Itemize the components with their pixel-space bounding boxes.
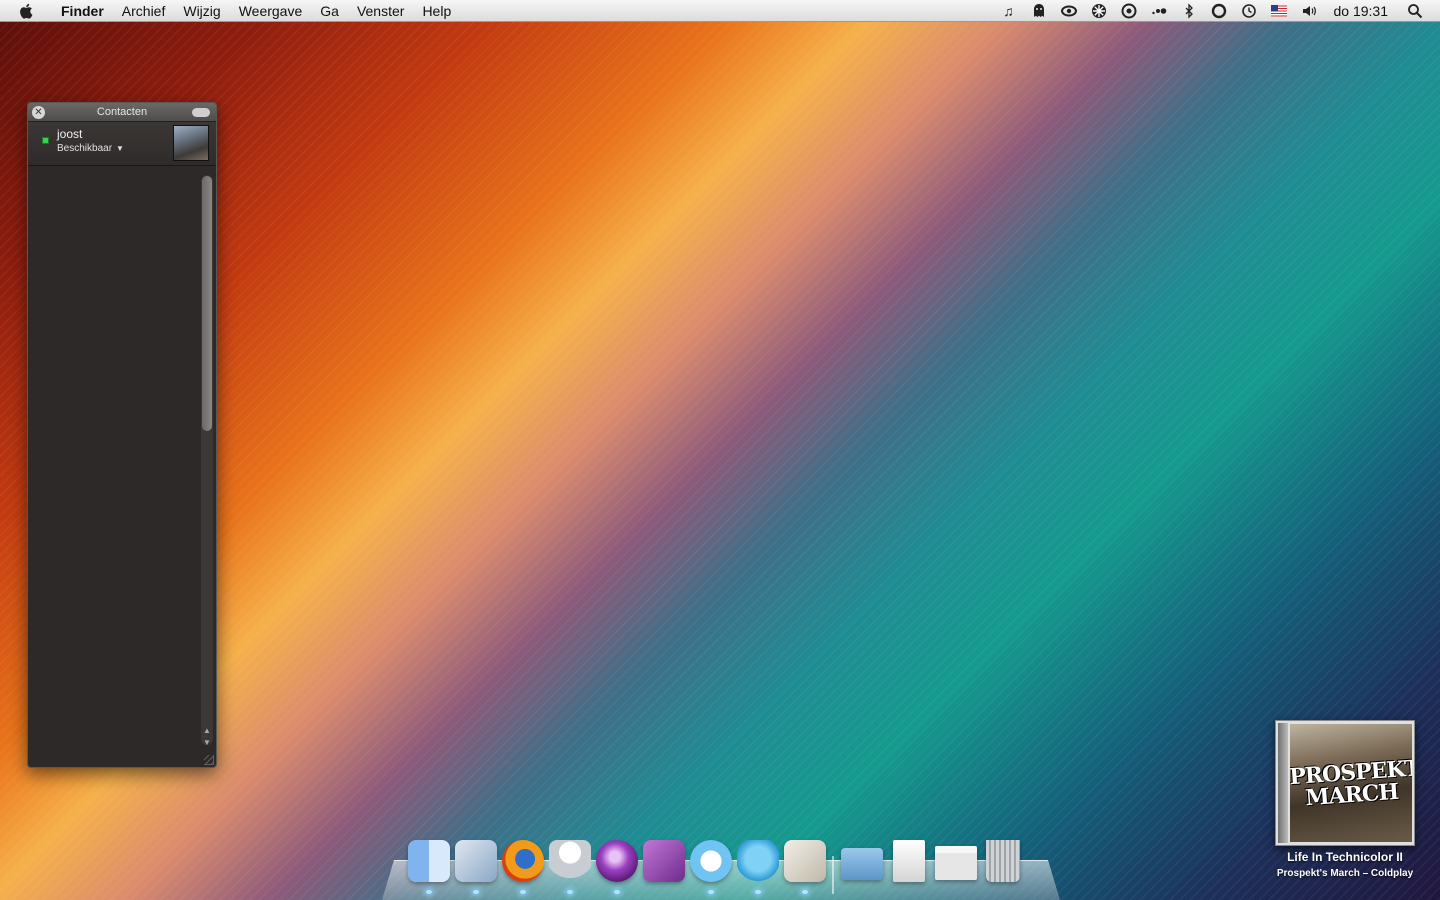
dock-item-window[interactable] xyxy=(932,838,979,900)
resize-handle[interactable] xyxy=(204,755,214,765)
adium-icon xyxy=(595,840,638,882)
now-playing-widget: PROSPEKT'S MARCH Life In Technicolor II … xyxy=(1262,720,1428,885)
my-account-row: joost Beschikbaar ▼ xyxy=(28,122,216,166)
track-album-artist: Prospekt's March – Coldplay xyxy=(1276,868,1414,879)
dock-item-mail[interactable] xyxy=(452,838,499,900)
status-area: ♫ do 19:31 xyxy=(994,0,1440,22)
finder-icon xyxy=(407,840,450,882)
album-art: PROSPEKT'S MARCH xyxy=(1290,724,1412,842)
status-label: Beschikbaar xyxy=(57,143,113,154)
dock-item-firefox[interactable] xyxy=(499,838,546,900)
running-indicator xyxy=(707,890,714,894)
toolbar-toggle-button[interactable] xyxy=(192,108,210,117)
album-cover[interactable]: PROSPEKT'S MARCH xyxy=(1275,720,1415,846)
menu-weergave[interactable]: Weergave xyxy=(230,0,312,22)
settings-wheel-icon[interactable] xyxy=(1088,0,1110,22)
scroll-arrows[interactable]: ▲ ▼ xyxy=(201,725,213,749)
apple-menu-icon[interactable] xyxy=(18,2,36,20)
contacts-window: ✕ Contacten joost Beschikbaar ▼ ▲ ▼ xyxy=(27,102,217,768)
running-indicator xyxy=(425,890,432,894)
dock-item-itunes[interactable] xyxy=(687,838,734,900)
running-indicator xyxy=(613,890,620,894)
dock-item-finder[interactable] xyxy=(405,838,452,900)
dock-item-adium[interactable] xyxy=(593,838,640,900)
close-icon[interactable]: ✕ xyxy=(32,106,45,119)
quicksilver-icon[interactable] xyxy=(1118,0,1140,22)
menu-venster[interactable]: Venster xyxy=(348,0,413,22)
twitter-bird-icon xyxy=(736,840,779,882)
menu-bar: Finder Archief Wijzig Weergave Ga Venste… xyxy=(0,0,1440,22)
trash-icon xyxy=(985,840,1020,882)
preview-icon xyxy=(783,840,826,882)
contacts-titlebar[interactable]: ✕ Contacten xyxy=(28,103,216,122)
running-indicator xyxy=(801,890,808,894)
us-flag-icon[interactable] xyxy=(1268,0,1290,22)
document-icon xyxy=(892,840,925,882)
running-indicator xyxy=(472,890,479,894)
folder-icon xyxy=(840,848,883,880)
running-indicator xyxy=(754,890,761,894)
bluetooth-icon[interactable] xyxy=(1178,0,1200,22)
dock-item-folder[interactable] xyxy=(838,838,885,900)
menu-app-name[interactable]: Finder xyxy=(52,0,113,22)
menu-archief[interactable]: Archief xyxy=(113,0,175,22)
window-icon xyxy=(934,846,977,880)
track-title: Life In Technicolor II xyxy=(1287,850,1403,864)
dock-item-preview[interactable] xyxy=(781,838,828,900)
online-status-icon xyxy=(42,137,49,144)
ghost-icon[interactable] xyxy=(1028,0,1050,22)
dock-item-trash[interactable] xyxy=(979,838,1026,900)
album-art-text: PROSPEKT'S MARCH xyxy=(1290,753,1412,812)
contacts-title: Contacten xyxy=(96,106,148,118)
running-indicator xyxy=(519,890,526,894)
firefox-icon xyxy=(501,840,544,882)
mail-stamp-icon xyxy=(454,840,497,882)
dock-separator xyxy=(832,856,834,894)
cd-case-spine xyxy=(1278,723,1288,843)
avatar[interactable] xyxy=(173,125,209,161)
dock-item-textmate[interactable] xyxy=(640,838,687,900)
dock xyxy=(405,838,1026,900)
music-note-icon[interactable]: ♫ xyxy=(998,0,1020,22)
menu-clock[interactable]: do 19:31 xyxy=(1334,3,1389,19)
itunes-icon xyxy=(689,840,732,882)
robot-icon xyxy=(548,840,591,882)
eye-icon[interactable] xyxy=(1058,0,1080,22)
dock-item-twitter[interactable] xyxy=(734,838,781,900)
textmate-icon xyxy=(642,840,685,882)
contacts-scrollbar[interactable] xyxy=(201,175,213,745)
sync-circle-icon[interactable] xyxy=(1208,0,1230,22)
spotlight-search-icon[interactable] xyxy=(1404,0,1426,22)
running-indicator xyxy=(566,890,573,894)
scrollbar-thumb[interactable] xyxy=(202,176,212,431)
menu-ga[interactable]: Ga xyxy=(311,0,348,22)
dots-icon[interactable] xyxy=(1148,0,1170,22)
status-dropdown[interactable]: Beschikbaar ▼ xyxy=(57,143,124,154)
menu-help[interactable]: Help xyxy=(413,0,460,22)
chevron-down-icon: ▼ xyxy=(116,144,124,153)
account-name[interactable]: joost xyxy=(57,127,82,141)
time-machine-icon[interactable] xyxy=(1238,0,1260,22)
menu-wijzig[interactable]: Wijzig xyxy=(174,0,229,22)
dock-item-robot[interactable] xyxy=(546,838,593,900)
volume-icon[interactable] xyxy=(1298,0,1320,22)
dock-item-documents[interactable] xyxy=(885,838,932,900)
